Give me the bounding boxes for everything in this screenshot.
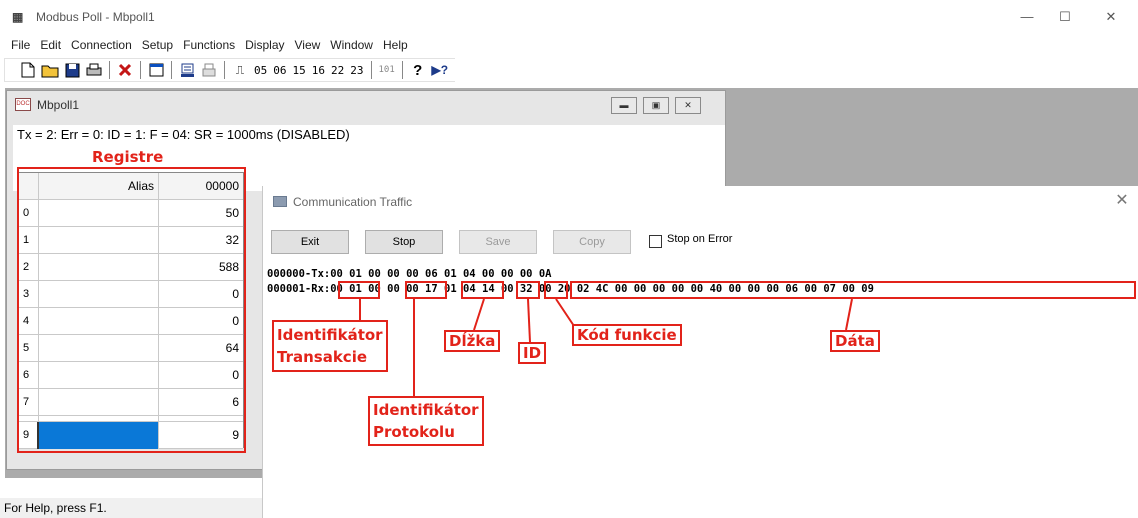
id-connector [527, 298, 531, 343]
transaction-id-label: Identifikátor Transakcie [272, 320, 388, 372]
status-bar: For Help, press F1. [0, 498, 262, 518]
protocol-id-label: Identifikátor Protokolu [368, 396, 484, 446]
data-label: Dáta [830, 330, 880, 352]
protocol-id-label-line2: Protokolu [373, 423, 455, 441]
function-connector [555, 298, 575, 327]
transaction-id-label-line1: Identifikátor [277, 326, 383, 344]
data-connector [845, 298, 853, 331]
length-label: Dĺžka [444, 330, 501, 352]
status-help-text: For Help, press F1. [4, 501, 107, 515]
transaction-id-label-line2: Transakcie [277, 348, 368, 366]
annotation-connectors [359, 298, 853, 396]
length-connector [473, 298, 485, 331]
function-code-label: Kód funkcie [572, 324, 682, 346]
id-label: ID [518, 342, 547, 364]
protocol-id-label-line1: Identifikátor [373, 401, 479, 419]
